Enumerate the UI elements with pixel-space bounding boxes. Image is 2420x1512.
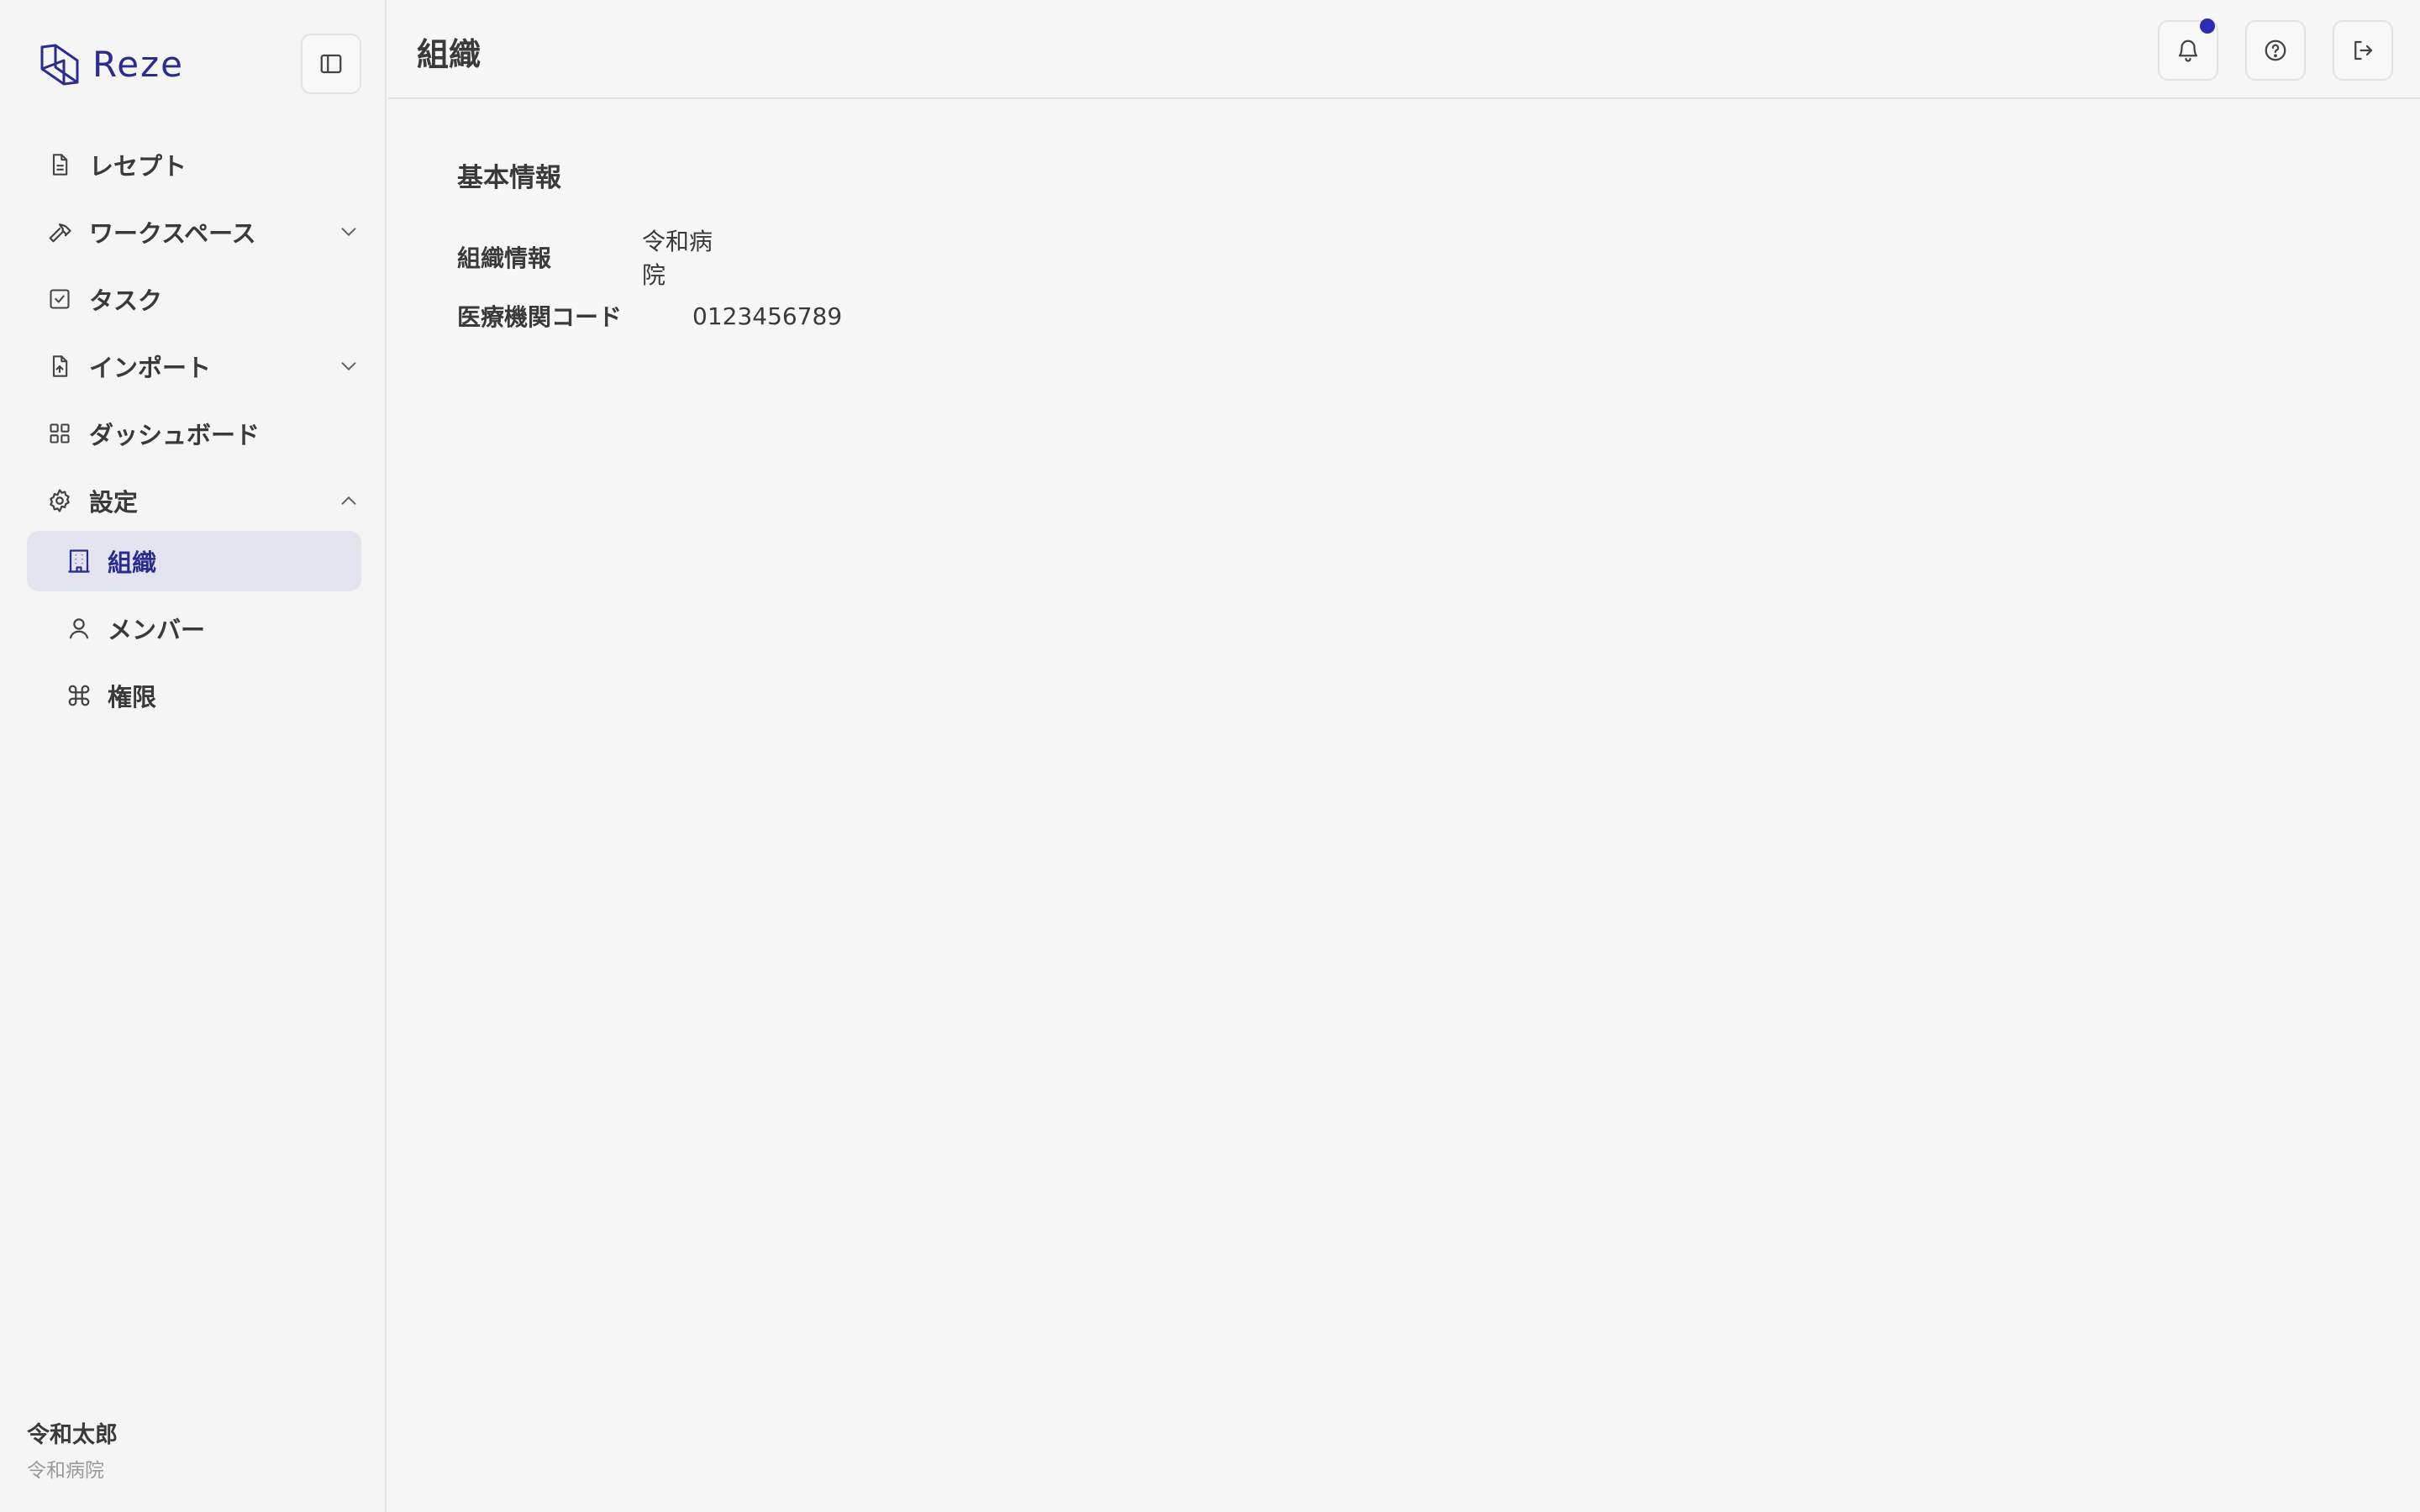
section-title: 基本情報: [457, 163, 561, 193]
top-header: 組織: [388, 0, 2420, 99]
building-icon: [66, 548, 92, 575]
user-name: 令和太郎: [27, 1422, 118, 1448]
chevron-down-icon[interactable]: [336, 354, 361, 379]
sidebar: Reze レセプト ワークスペース タスク インポート ダッシュボード 設定 組…: [0, 0, 387, 1512]
sidebar-item-label: レセプト: [89, 152, 187, 181]
reze-logo-icon: [40, 44, 79, 86]
sidebar-item-receipt[interactable]: レセプト: [27, 134, 361, 195]
sidebar-item-label: ワークスペース: [89, 219, 256, 248]
field-row-institution-code: 医療機関コード 0123456789: [457, 299, 842, 333]
sidebar-item-workspace[interactable]: ワークスペース: [27, 202, 361, 262]
logout-button[interactable]: [2333, 20, 2393, 81]
file-upload-icon: [47, 354, 72, 379]
chevron-down-icon[interactable]: [336, 219, 361, 244]
user-profile[interactable]: 令和太郎 令和病院: [27, 1416, 118, 1483]
field-value: 0123456789: [692, 302, 843, 330]
sidebar-toggle-button[interactable]: [301, 34, 361, 94]
chevron-up-icon[interactable]: [336, 488, 361, 513]
sidebar-item-settings[interactable]: 設定: [27, 470, 361, 531]
bell-icon: [2178, 39, 2198, 62]
hammer-icon: [47, 219, 72, 244]
help-button[interactable]: [2245, 20, 2306, 81]
sidebar-subitem-label: メンバー: [108, 616, 206, 644]
brand-name: Reze: [92, 43, 185, 85]
field-label: 医療機関コード: [457, 303, 623, 331]
sidebar-item-import[interactable]: インポート: [27, 336, 361, 396]
field-label: 組織情報: [457, 244, 552, 272]
sidebar-item-label: インポート: [89, 354, 212, 382]
gear-icon: [47, 488, 72, 513]
sidebar-subitem-label: 権限: [108, 683, 157, 711]
sidebar-subitem-label: 組織: [108, 549, 157, 577]
notification-badge: [2200, 18, 2215, 34]
user-organization: 令和病院: [27, 1460, 104, 1482]
sidebar-item-label: ダッシュボード: [89, 421, 260, 449]
help-circle-icon: [2265, 39, 2286, 61]
field-row-organization: 組織情報 令和病院: [457, 223, 716, 291]
notifications-button[interactable]: [2158, 18, 2218, 81]
sidebar-panel-icon: [320, 54, 342, 74]
sidebar-item-label: 設定: [89, 488, 139, 517]
sidebar-item-label: タスク: [89, 286, 163, 315]
user-icon: [66, 615, 92, 642]
command-icon: [66, 682, 92, 709]
sidebar-item-dashboard[interactable]: ダッシュボード: [27, 403, 361, 464]
field-value: 令和病院: [642, 228, 713, 289]
sidebar-subitem-permissions[interactable]: 権限: [27, 665, 361, 726]
sidebar-subitem-organization[interactable]: 組織: [27, 531, 361, 591]
page-title: 組織: [417, 36, 481, 73]
logout-icon: [2354, 40, 2373, 60]
brand[interactable]: Reze: [39, 40, 184, 87]
sidebar-item-task[interactable]: タスク: [27, 269, 361, 329]
document-icon: [47, 152, 72, 177]
checkbox-icon: [47, 286, 72, 312]
grid-icon: [47, 421, 72, 446]
organization-info: 基本情報 組織情報 令和病院 医療機関コード 0123456789: [457, 156, 842, 331]
sidebar-subitem-members[interactable]: メンバー: [27, 598, 361, 659]
